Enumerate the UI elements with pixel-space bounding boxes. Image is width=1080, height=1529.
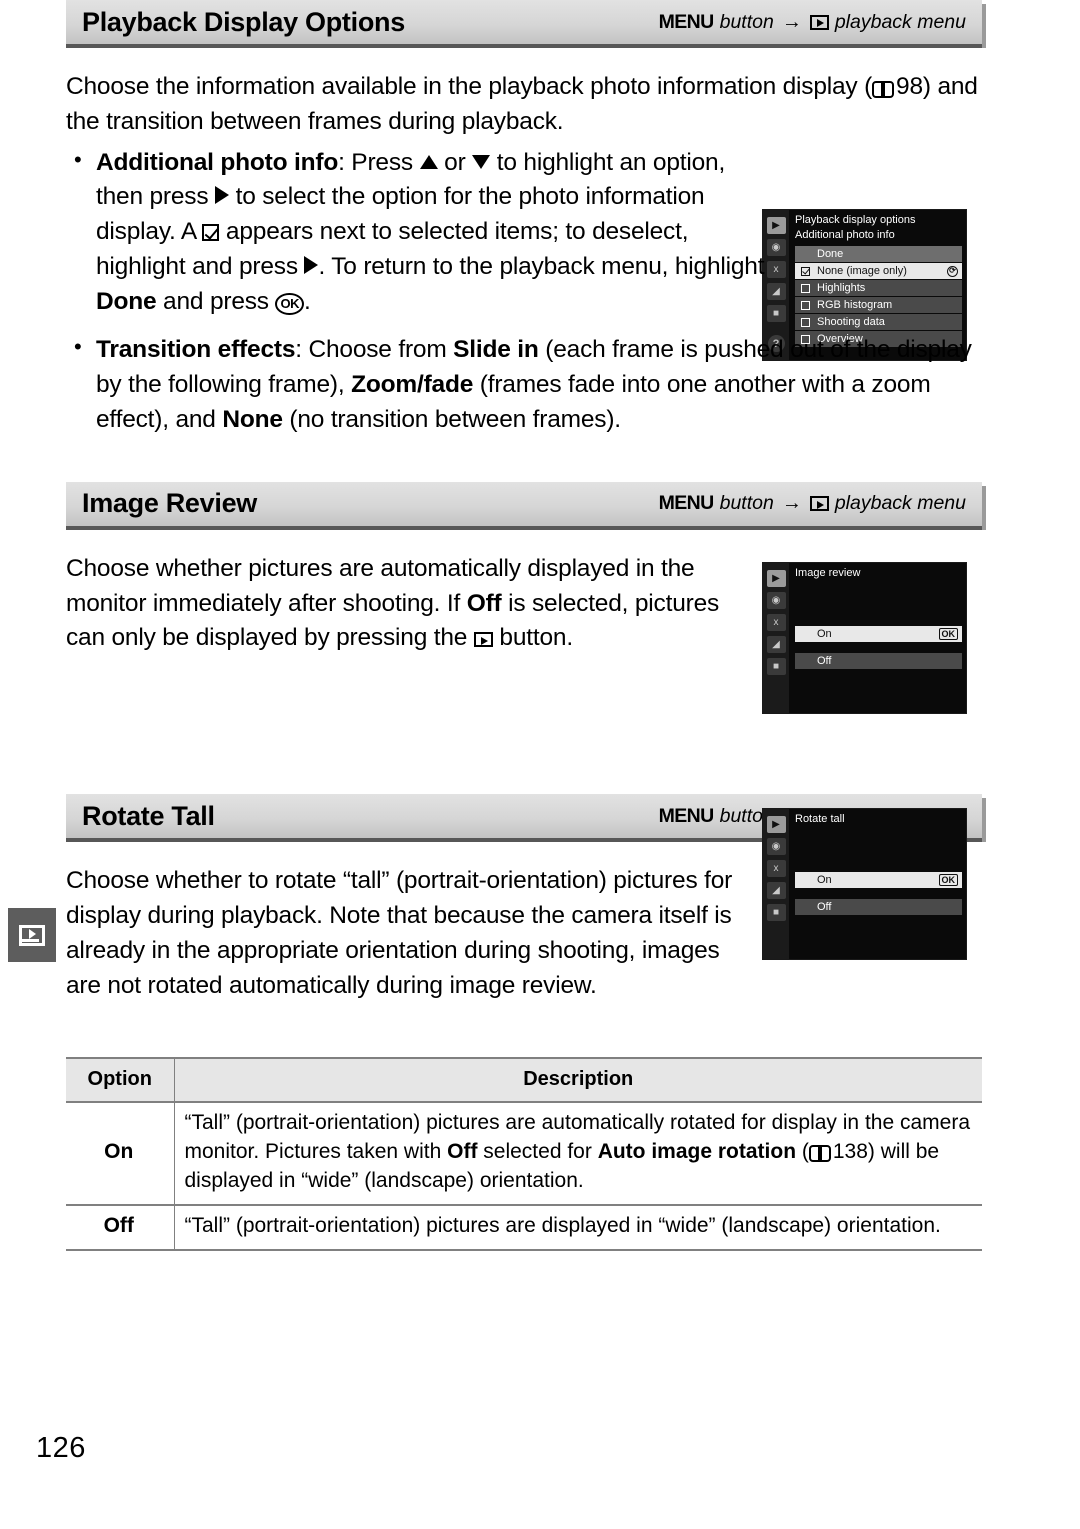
bullet-additional-photo-info: Additional photo info: Press or to highl… — [66, 144, 766, 320]
section-1-intro: Choose the information available in the … — [66, 73, 978, 135]
reset-circle-icon: ⟳ — [947, 265, 958, 277]
page-title: Playback Display Options — [82, 6, 405, 37]
menu-button-label: MENU — [658, 492, 715, 515]
menu-target-label: playback menu — [834, 10, 966, 33]
option-value-off: Off — [66, 1204, 174, 1251]
lcd-spacer — [795, 828, 962, 872]
option-description-on: “Tall” (portrait-orientation) pictures a… — [173, 1101, 982, 1206]
lcd-title: Image review — [795, 567, 861, 579]
arrow-right-icon: → — [781, 492, 802, 515]
button-word: button — [719, 492, 774, 515]
lcd-image-review: ▶ ◉ x ◢ ■ Image review On OK Off — [762, 562, 967, 714]
menu-path-breadcrumb: MENU button → playback menu — [659, 492, 982, 515]
wrench-icon[interactable]: x — [766, 860, 786, 877]
recent-icon[interactable]: ■ — [766, 904, 786, 921]
section-3-body: Choose whether to rotate “tall” (portrai… — [66, 867, 733, 999]
option-value-on: On — [66, 1101, 174, 1206]
chapter-tab-playback — [8, 908, 56, 962]
section-title: Rotate Tall — [82, 800, 215, 831]
arrow-right-icon — [304, 255, 319, 274]
section-title: Image Review — [82, 488, 257, 519]
button-word: button — [719, 10, 774, 33]
playback-icon — [473, 632, 493, 648]
camera-icon[interactable]: ◉ — [766, 592, 786, 609]
section-header-image-review: Image Review MENU button → playback menu — [66, 481, 986, 530]
lcd-menu-rail: ▶ ◉ x ◢ ■ — [763, 809, 789, 959]
playback-tab-icon — [19, 924, 45, 946]
camera-icon[interactable]: ◉ — [766, 838, 786, 855]
checkbox-icon[interactable] — [801, 300, 810, 310]
lcd-row-done[interactable]: Done — [795, 246, 962, 262]
playback-icon — [809, 496, 829, 512]
options-table: Option Description On “Tall” (portrait-o… — [66, 1057, 982, 1251]
lcd-row-off[interactable]: Off — [795, 653, 962, 669]
wrench-icon[interactable]: x — [766, 261, 786, 278]
checkbox-icon[interactable] — [801, 283, 810, 293]
ok-button-icon: OK — [938, 627, 958, 641]
recent-icon[interactable]: ■ — [766, 658, 786, 675]
book-icon — [872, 80, 895, 98]
table-row: Off “Tall” (portrait-orientation) pictur… — [66, 1204, 982, 1251]
lcd-title: Playback display options — [795, 214, 916, 226]
menu-button-label: MENU — [658, 10, 715, 33]
page-content: Playback Display Options MENU button → p… — [66, 0, 986, 1251]
lcd-row-on[interactable]: On OK — [795, 872, 962, 888]
pencil-icon[interactable]: ◢ — [766, 636, 786, 653]
lcd-row-highlights[interactable]: Highlights — [795, 280, 962, 296]
arrow-right-icon: → — [781, 10, 802, 33]
checkbox-icon[interactable] — [801, 317, 810, 327]
playback-icon — [809, 14, 829, 30]
menu-button-label: MENU — [658, 804, 715, 827]
book-icon — [808, 1144, 831, 1162]
lcd-rotate-tall: ▶ ◉ x ◢ ■ Rotate tall On OK Off — [762, 808, 967, 960]
ok-button-icon: OK — [938, 873, 958, 887]
playback-icon[interactable]: ▶ — [766, 217, 786, 234]
arrow-up-icon — [419, 154, 438, 169]
lcd-row-off[interactable]: Off — [795, 899, 962, 915]
lcd-screen: Image review On OK Off — [789, 563, 966, 713]
pencil-icon[interactable]: ◢ — [766, 882, 786, 899]
option-description-off: “Tall” (portrait-orientation) pictures a… — [173, 1204, 982, 1251]
lcd-row-on[interactable]: On OK — [795, 626, 962, 642]
bullet-transition-effects: Transition effects: Choose from Slide in… — [66, 331, 982, 437]
lcd-subtitle: Additional photo info — [795, 229, 895, 241]
lcd-spacer — [795, 582, 962, 626]
arrow-right-icon — [215, 186, 230, 205]
section-header-playback-display-options: Playback Display Options MENU button → p… — [66, 0, 986, 48]
menu-path-breadcrumb: MENU button → playback menu — [659, 11, 982, 34]
lcd-spacer — [795, 643, 962, 653]
column-header-option: Option — [66, 1057, 174, 1103]
table-header-row: Option Description — [66, 1057, 982, 1103]
menu-target-label: playback menu — [834, 492, 966, 515]
column-header-description: Description — [173, 1057, 982, 1103]
checkbox-icon[interactable] — [801, 266, 810, 276]
arrow-down-icon — [472, 154, 491, 169]
wrench-icon[interactable]: x — [766, 614, 786, 631]
playback-icon[interactable]: ▶ — [766, 816, 786, 833]
playback-icon[interactable]: ▶ — [766, 570, 786, 587]
lcd-spacer — [795, 889, 962, 899]
lcd-row-shooting-data[interactable]: Shooting data — [795, 314, 962, 330]
page-number: 126 — [36, 1432, 86, 1464]
lcd-menu-rail: ▶ ◉ x ◢ ■ — [763, 563, 789, 713]
camera-icon[interactable]: ◉ — [766, 239, 786, 256]
lcd-row-rgb-histogram[interactable]: RGB histogram — [795, 297, 962, 313]
pencil-icon[interactable]: ◢ — [766, 283, 786, 300]
lcd-screen: Rotate tall On OK Off — [789, 809, 966, 959]
section-2-body: Choose whether pictures are automaticall… — [66, 554, 720, 652]
checkmark-icon — [202, 224, 220, 242]
table-row: On “Tall” (portrait-orientation) picture… — [66, 1101, 982, 1206]
lcd-row-none-image-only[interactable]: None (image only) ⟳ — [795, 263, 962, 279]
ok-button-icon: OK — [275, 292, 304, 315]
recent-icon[interactable]: ■ — [766, 305, 786, 322]
lcd-title: Rotate tall — [795, 813, 845, 825]
